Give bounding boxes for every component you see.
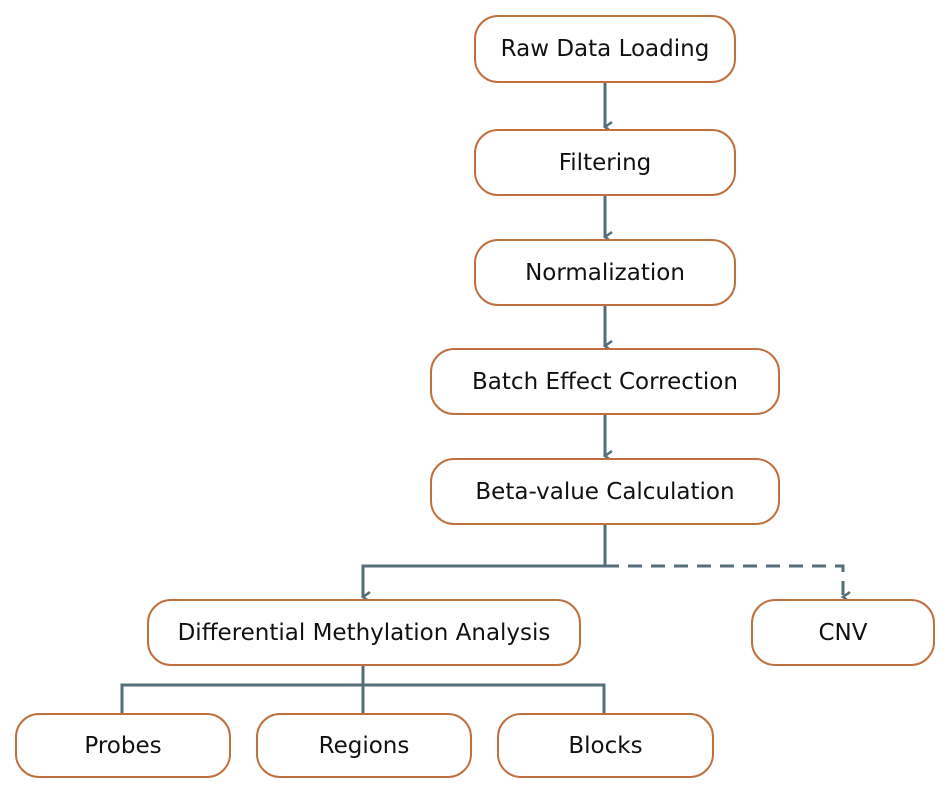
arrow-beta-cnv-dashed	[605, 564, 843, 597]
node-beta-value-calculation: Beta-value Calculation	[430, 458, 780, 525]
node-blocks: Blocks	[497, 713, 714, 778]
node-raw-data-loading: Raw Data Loading	[474, 15, 736, 83]
node-differential-methylation-analysis: Differential Methylation Analysis	[147, 599, 581, 666]
node-normalization: Normalization	[474, 239, 736, 306]
node-batch-effect-correction: Batch Effect Correction	[430, 348, 780, 415]
arrow-beta-dma	[363, 525, 607, 597]
node-cnv: CNV	[751, 599, 935, 666]
node-probes: Probes	[15, 713, 231, 778]
flowchart: Raw Data Loading Filtering Normalization…	[0, 0, 949, 793]
node-regions: Regions	[256, 713, 472, 778]
node-filtering: Filtering	[474, 129, 736, 196]
